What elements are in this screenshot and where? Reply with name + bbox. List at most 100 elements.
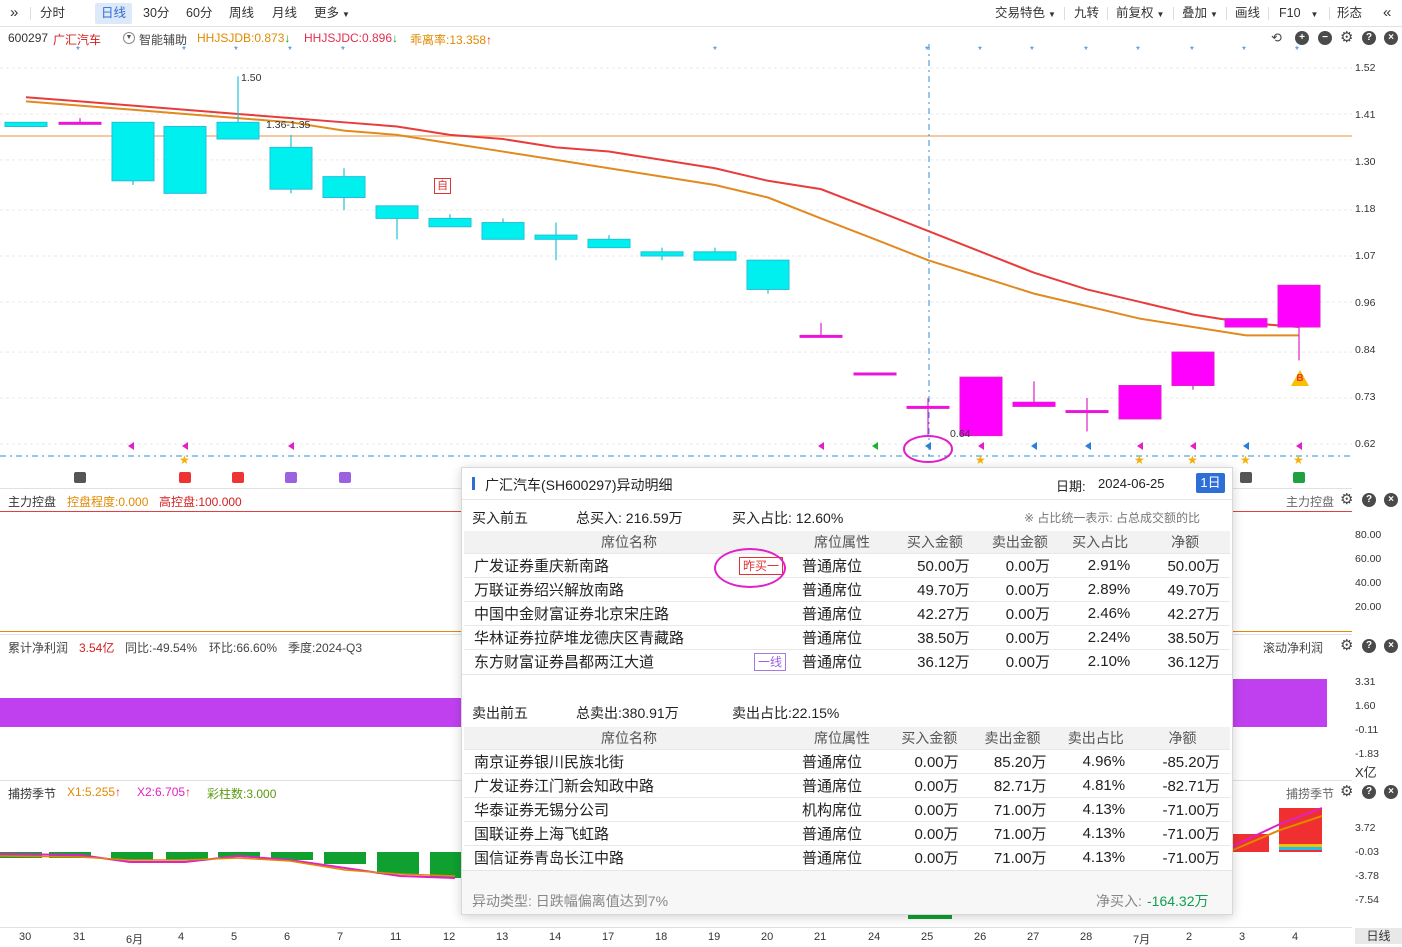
- period-1day-button[interactable]: 1日: [1196, 473, 1225, 493]
- event-star-icon[interactable]: ★: [1293, 453, 1304, 467]
- zoom-in-icon[interactable]: +: [1295, 31, 1309, 45]
- trade-feature-dropdown[interactable]: 交易特色 ▼: [989, 3, 1062, 24]
- event-flag-icon[interactable]: [288, 442, 294, 450]
- candle[interactable]: [4, 121, 48, 127]
- event-badge-icon[interactable]: [1293, 472, 1305, 483]
- event-badge-icon[interactable]: [179, 472, 191, 483]
- event-star-icon[interactable]: ★: [1187, 453, 1198, 467]
- candle[interactable]: [1171, 351, 1215, 390]
- tab-monthly[interactable]: 月线: [266, 3, 303, 24]
- assist-toggle-icon[interactable]: ▼: [123, 32, 135, 44]
- event-flag-icon[interactable]: [182, 442, 188, 450]
- table-row[interactable]: 广发证券江门新会知政中路 普通席位 0.00万 82.71万 4.81% -82.71万: [464, 772, 1230, 797]
- event-flag-icon[interactable]: [128, 442, 134, 450]
- candle[interactable]: [216, 76, 260, 140]
- overlay-dropdown[interactable]: 叠加 ▼: [1176, 3, 1224, 24]
- help-icon[interactable]: ?: [1362, 31, 1376, 45]
- candle[interactable]: [693, 247, 737, 261]
- candle[interactable]: [853, 372, 897, 376]
- candle[interactable]: [640, 247, 684, 261]
- event-flag-icon[interactable]: [818, 442, 824, 450]
- event-badge-icon[interactable]: [74, 472, 86, 483]
- settings-gear-icon[interactable]: ⚙: [1340, 636, 1353, 654]
- event-flag-icon[interactable]: [978, 442, 984, 450]
- collapse-sidebar-icon[interactable]: »: [4, 2, 24, 23]
- main-control-title[interactable]: 主力控盘: [8, 493, 56, 510]
- candle[interactable]: [375, 205, 419, 240]
- candle[interactable]: [799, 322, 843, 338]
- candle[interactable]: [428, 214, 472, 228]
- event-flag-icon[interactable]: [925, 442, 931, 450]
- candle[interactable]: [111, 121, 155, 185]
- table-row[interactable]: 华泰证券无锡分公司 机构席位 0.00万 71.00万 4.13% -71.00万: [464, 796, 1230, 821]
- table-row[interactable]: 中国中金财富证券北京宋庄路 普通席位 42.27万 0.00万 2.46% 42.27万: [464, 600, 1230, 625]
- table-row[interactable]: 国信证券青岛长江中路 普通席位 0.00万 71.00万 4.13% -71.00万: [464, 844, 1230, 869]
- close-icon[interactable]: ×: [1384, 785, 1398, 799]
- close-icon[interactable]: ×: [1384, 493, 1398, 507]
- candle[interactable]: [746, 259, 790, 294]
- event-star-icon[interactable]: ★: [1134, 453, 1145, 467]
- nine-turn-button[interactable]: 九转: [1068, 3, 1105, 24]
- candle[interactable]: [906, 398, 950, 436]
- candle[interactable]: [322, 168, 366, 211]
- settings-gear-icon[interactable]: ⚙: [1340, 782, 1353, 800]
- zoom-out-icon[interactable]: −: [1318, 31, 1332, 45]
- tab-daily[interactable]: 日线: [95, 3, 133, 24]
- settings-gear-icon[interactable]: ⚙: [1340, 490, 1353, 508]
- event-star-icon[interactable]: ★: [179, 453, 190, 467]
- close-icon[interactable]: ×: [1384, 639, 1398, 653]
- profit-title[interactable]: 累计净利润: [8, 639, 68, 656]
- rolling-profit-tab[interactable]: 滚动净利润: [1263, 639, 1323, 656]
- event-star-icon[interactable]: ★: [975, 453, 986, 467]
- tab-60min[interactable]: 60分: [180, 3, 218, 24]
- candle[interactable]: [58, 118, 102, 125]
- event-flag-icon[interactable]: [1137, 442, 1143, 450]
- table-row[interactable]: 万联证券绍兴解放南路 普通席位 49.70万 0.00万 2.89% 49.70万: [464, 576, 1230, 601]
- candle[interactable]: [1118, 385, 1162, 420]
- draw-line-button[interactable]: 画线: [1229, 3, 1266, 24]
- table-row[interactable]: 东方财富证券昌都两江大道 一线 普通席位 36.12万 0.00万 2.10% 36.12万: [464, 648, 1230, 673]
- help-icon[interactable]: ?: [1362, 785, 1376, 799]
- more-dropdown[interactable]: 更多 ▼: [308, 3, 356, 24]
- candle[interactable]: [481, 218, 525, 240]
- event-star-icon[interactable]: ★: [1240, 453, 1251, 467]
- candle[interactable]: [1012, 381, 1056, 407]
- period-label[interactable]: 日线: [1355, 928, 1402, 944]
- event-badge-icon[interactable]: [339, 472, 351, 483]
- help-icon[interactable]: ?: [1362, 493, 1376, 507]
- event-flag-icon[interactable]: [1296, 442, 1302, 450]
- candle[interactable]: [1224, 318, 1268, 328]
- candle[interactable]: [959, 376, 1003, 437]
- help-icon[interactable]: ?: [1362, 639, 1376, 653]
- candle[interactable]: [587, 235, 631, 249]
- event-flag-icon[interactable]: [872, 442, 878, 450]
- event-flag-icon[interactable]: [1190, 442, 1196, 450]
- table-row[interactable]: 南京证券银川民族北街 普通席位 0.00万 85.20万 4.96% -85.20万: [464, 748, 1230, 773]
- candle[interactable]: [534, 222, 578, 261]
- event-flag-icon[interactable]: [1031, 442, 1037, 450]
- event-flag-icon[interactable]: [1085, 442, 1091, 450]
- adjust-dropdown[interactable]: 前复权 ▼: [1110, 3, 1170, 24]
- table-row[interactable]: 华林证券拉萨堆龙德庆区青藏路 普通席位 38.50万 0.00万 2.24% 38.50万: [464, 624, 1230, 649]
- date-value[interactable]: 2024-06-25: [1098, 476, 1165, 491]
- tab-intraday[interactable]: 分时: [34, 3, 71, 24]
- collapse-right-icon[interactable]: «: [1377, 2, 1397, 23]
- self-select-marker[interactable]: 自: [434, 178, 451, 194]
- pattern-button[interactable]: 形态: [1331, 3, 1368, 24]
- candle[interactable]: [1277, 284, 1321, 361]
- tab-30min[interactable]: 30分: [137, 3, 175, 24]
- candle[interactable]: [163, 125, 207, 194]
- f10-dropdown[interactable]: F10 ▼: [1273, 3, 1324, 24]
- table-row[interactable]: 广发证券重庆新南路 昨买一 普通席位 50.00万 0.00万 2.91% 50.00万: [464, 552, 1230, 577]
- event-flag-icon[interactable]: [1243, 442, 1249, 450]
- main-control-right-title[interactable]: 主力控盘: [1286, 493, 1334, 510]
- table-row[interactable]: 国联证券上海飞虹路 普通席位 0.00万 71.00万 4.13% -71.00万: [464, 820, 1230, 845]
- close-icon[interactable]: ×: [1384, 31, 1398, 45]
- seat-tag-badge[interactable]: 一线: [754, 652, 787, 671]
- candle[interactable]: [1065, 398, 1109, 432]
- event-badge-icon[interactable]: [232, 472, 244, 483]
- candle[interactable]: [269, 134, 313, 194]
- candlestick-chart[interactable]: [0, 44, 1352, 488]
- event-badge-icon[interactable]: [285, 472, 297, 483]
- tab-weekly[interactable]: 周线: [223, 3, 260, 24]
